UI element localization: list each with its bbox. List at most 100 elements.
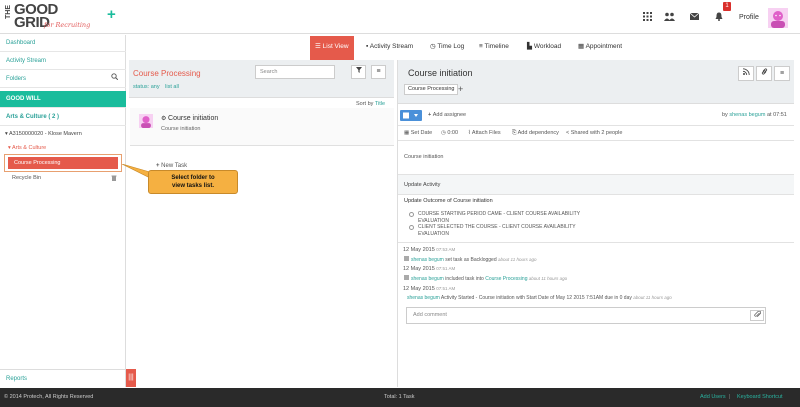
grid-icon[interactable]: [641, 12, 653, 22]
rss-icon[interactable]: [738, 66, 754, 81]
tree-item-client[interactable]: ▾ A3150000020 - Klose Mavern: [5, 131, 82, 137]
more-menu-icon[interactable]: ≡: [774, 66, 790, 81]
task-title: ⚙ Course initiation: [161, 115, 218, 122]
activity-date: 12 May 2015 07:51 AM: [403, 286, 455, 292]
tab-label: Workload: [533, 43, 562, 50]
set-date-button[interactable]: ▦ Set Date: [404, 130, 432, 136]
activity-user-link[interactable]: shenas begum: [411, 276, 444, 282]
add-dependency-button[interactable]: ⎘ Add dependency: [512, 130, 559, 137]
workload-icon: ▙: [527, 43, 534, 50]
tooltip: Select folder to view tasks list.: [148, 170, 238, 194]
calendar-icon: ▦: [404, 130, 411, 136]
search-icon[interactable]: [111, 71, 119, 88]
task-description[interactable]: Course initiation: [404, 154, 443, 160]
task-row[interactable]: ⚙ Course initiation Course initiation: [130, 108, 394, 146]
tab-label: List View: [322, 43, 349, 50]
tab-label: Appointment: [585, 43, 623, 50]
sidebar: Dashboard Activity Stream Folders GOOD W…: [0, 35, 126, 387]
tab-list-view[interactable]: ☰ List View: [310, 36, 354, 60]
folder-chip[interactable]: Course Processing: [404, 84, 459, 95]
activity-ago: about 11 hours ago: [633, 295, 672, 300]
sidebar-item-dashboard[interactable]: Dashboard: [0, 35, 126, 52]
list-all-link[interactable]: list all: [165, 84, 179, 90]
tab-time-log[interactable]: ◷ Time Log: [430, 36, 464, 60]
tab-activity-stream[interactable]: ▪ Activity Stream: [366, 36, 413, 60]
notification-badge: 1: [723, 2, 731, 11]
attach-comment-icon[interactable]: [750, 310, 764, 321]
update-activity-bar: [398, 175, 794, 194]
keyboard-shortcut-link[interactable]: Keyboard Shortcut: [737, 388, 783, 407]
profile-label[interactable]: Profile: [739, 14, 759, 21]
folder-title: Course Processing: [133, 69, 201, 78]
activity-entry: shenas begum Activity Started - Course i…: [407, 295, 672, 301]
tab-timeline[interactable]: ≡ Timeline: [479, 36, 509, 60]
status-toggle-button[interactable]: [400, 110, 422, 121]
activity-ago: about 11 hours ago: [498, 257, 537, 262]
shared-button[interactable]: < Shared with 2 people: [566, 130, 622, 136]
attach-files-button[interactable]: ⌇ Attach Files: [468, 130, 501, 136]
sidebar-item-arts-culture[interactable]: Arts & Culture ( 2 ): [0, 109, 126, 126]
outcome-radio-1[interactable]: [409, 212, 414, 217]
activity-entry: shenas begum included task into Course P…: [404, 275, 567, 282]
activity-date: 12 May 2015 07:53 AM: [403, 247, 455, 253]
activity-user-link[interactable]: shenas begum: [411, 257, 444, 263]
time-button[interactable]: ◷ 0:00: [441, 130, 458, 136]
users-icon[interactable]: [663, 12, 675, 22]
menu-icon[interactable]: ≡: [371, 65, 386, 79]
folders-label: Folders: [6, 76, 27, 82]
detail-title[interactable]: Course initiation: [408, 68, 473, 78]
collapse-handle-icon[interactable]: |||: [126, 369, 136, 387]
tab-appointment[interactable]: ▦ Appointment: [578, 36, 622, 60]
outcome-option-2b: EVALUATION: [418, 231, 449, 237]
tree-item-arts[interactable]: ▾ Arts & Culture: [8, 145, 46, 151]
add-comment-input[interactable]: Add comment: [406, 307, 766, 324]
filter-icon[interactable]: [351, 65, 366, 79]
activity-ago: about 11 hours ago: [527, 276, 568, 281]
trash-icon: [111, 175, 117, 183]
folder-course-processing[interactable]: Course Processing: [8, 157, 118, 169]
sidebar-item-folders[interactable]: Folders: [0, 71, 126, 88]
recycle-bin[interactable]: Recycle Bin: [12, 175, 41, 181]
bell-icon[interactable]: [713, 12, 725, 22]
sidebar-item-good-will[interactable]: GOOD WILL: [0, 91, 126, 108]
logo-tagline: for Recruiting: [44, 21, 91, 29]
sidebar-item-activity-stream[interactable]: Activity Stream: [0, 53, 126, 70]
search-input[interactable]: Search: [255, 65, 335, 79]
tab-workload[interactable]: ▙ Workload: [527, 36, 561, 60]
set-date-label: Set Date: [410, 130, 433, 136]
add-plus-icon[interactable]: +: [107, 6, 116, 23]
by-user-link[interactable]: shenas begum: [729, 112, 765, 118]
dependency-label: Add dependency: [517, 130, 559, 136]
avatar[interactable]: [768, 8, 788, 28]
app-logo[interactable]: THE GOOD GRID for Recruiting: [4, 2, 104, 31]
status-filter[interactable]: status: any: [133, 84, 160, 90]
activity-icon: [404, 256, 409, 261]
sidebar-item-reports[interactable]: Reports: [0, 369, 126, 387]
activity-entry: shenas begum set task as Backlogged abou…: [404, 256, 536, 263]
tooltip-line2: view tasks list.: [171, 183, 215, 189]
outcome-radio-2[interactable]: [409, 225, 414, 230]
activity-folder-link[interactable]: Course Processing: [485, 276, 527, 282]
activity-user-link[interactable]: shenas begum: [407, 295, 440, 301]
envelope-icon[interactable]: [688, 12, 700, 22]
activity-text: Activity Started - Course initiation wit…: [439, 295, 634, 301]
link-icon[interactable]: [756, 66, 772, 81]
tab-label: Time Log: [437, 43, 465, 50]
task-title-text: Course initiation: [168, 115, 219, 122]
add-assignee-button[interactable]: + Add assignee: [428, 112, 466, 118]
add-users-link[interactable]: Add Users: [700, 388, 726, 407]
list-icon: ☰: [315, 43, 323, 50]
activity-time: 07:53 AM: [436, 247, 456, 252]
add-folder-icon[interactable]: +: [458, 84, 463, 94]
total-tasks: Total: 1 Task: [384, 394, 415, 400]
update-outcome-heading: Update Outcome of Course initiation: [404, 198, 493, 204]
new-task-button[interactable]: + New Task: [156, 163, 187, 169]
calendar-icon: ▦: [578, 43, 586, 50]
activity-icon: [404, 275, 409, 280]
update-activity-heading: Update Activity: [404, 182, 441, 188]
footer: © 2014 Protech, All Rights Reserved Tota…: [0, 388, 800, 407]
sort-field[interactable]: Title: [375, 101, 385, 107]
task-subtitle: Course initiation: [161, 126, 201, 132]
top-header: THE GOOD GRID for Recruiting + 1 Profile: [0, 0, 800, 34]
outcome-option-2a: CLIENT SELECTED THE COURSE - CLIENT COUR…: [418, 224, 576, 230]
